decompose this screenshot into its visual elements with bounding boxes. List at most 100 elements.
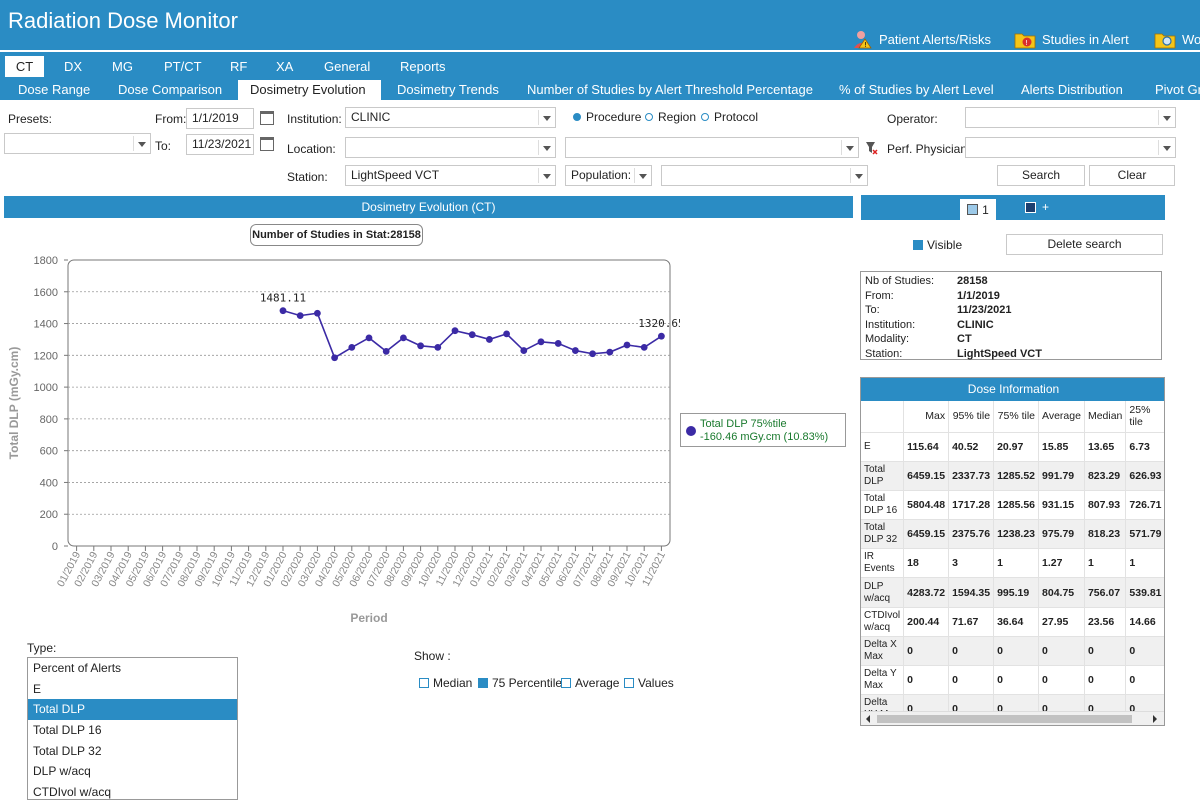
studies-in-alert-link[interactable]: ! Studies in Alert <box>1014 29 1129 49</box>
table-cell: 0 <box>1125 665 1164 696</box>
column-header: Average <box>1038 401 1085 433</box>
physician-dropdown[interactable] <box>965 137 1176 158</box>
tab-dosimetry-evolution[interactable]: Dosimetry Evolution <box>238 80 381 100</box>
add-search-tab[interactable]: + <box>1025 200 1049 214</box>
tab-dx[interactable]: DX <box>55 56 91 77</box>
checkbox-icon <box>624 678 634 688</box>
tab-alerts-distribution[interactable]: Alerts Distribution <box>1009 80 1135 100</box>
table-cell: 115.64 <box>903 432 950 462</box>
table-cell: 6459.15 <box>903 519 950 550</box>
table-cell: 14.66 <box>1125 607 1164 637</box>
tab-general[interactable]: General <box>315 56 379 77</box>
table-cell: 0 <box>1084 636 1127 667</box>
list-item[interactable]: Percent of Alerts <box>28 658 237 679</box>
chevron-down-icon <box>543 116 551 121</box>
row-label: Total DLP 32 <box>861 519 905 550</box>
data-point <box>554 340 562 347</box>
tab-dosimetry-trends[interactable]: Dosimetry Trends <box>385 80 511 100</box>
delete-search-button[interactable]: Delete search <box>1006 234 1163 255</box>
data-point <box>400 334 407 342</box>
table-row: Total DLP 32 6459.15 2375.76 1238.23 975.79 8… <box>861 519 1164 550</box>
list-item[interactable]: DLP w/acq <box>28 761 237 782</box>
visible-checkbox[interactable]: Visible <box>913 238 962 252</box>
tab-ct[interactable]: CT <box>5 56 44 77</box>
checkbox-icon <box>419 678 429 688</box>
from-date-input[interactable]: 1/1/2019 <box>186 108 254 129</box>
data-point <box>468 331 476 339</box>
location-dropdown[interactable] <box>345 137 556 158</box>
table-row: CTDIvol w/acq 200.44 71.67 36.64 27.95 23.56 1… <box>861 607 1164 637</box>
search-tab-1[interactable]: 1 <box>960 199 996 220</box>
presets-dropdown[interactable] <box>4 133 151 154</box>
tab-ptct[interactable]: PT/CT <box>155 56 211 77</box>
protocol-radio[interactable]: Protocol <box>701 110 758 124</box>
calendar-icon[interactable] <box>260 111 274 125</box>
table-cell: 818.23 <box>1084 519 1127 550</box>
table-cell: 1594.35 <box>948 577 995 608</box>
tab-rf[interactable]: RF <box>221 56 256 77</box>
show-values-checkbox[interactable]: Values <box>624 676 674 690</box>
table-cell: 1 <box>1125 548 1164 579</box>
search-button[interactable]: Search <box>997 165 1085 186</box>
data-label: 1481.11 <box>260 292 306 305</box>
table-cell: 27.95 <box>1038 607 1085 637</box>
table-cell: 931.15 <box>1038 490 1085 521</box>
institution-dropdown[interactable]: CLINIC <box>345 107 556 128</box>
tab-xa[interactable]: XA <box>267 56 302 77</box>
x-axis-label: Period <box>350 611 387 625</box>
tab-dose-range[interactable]: Dose Range <box>6 80 102 100</box>
chart-legend: Total DLP 75%tile -160.46 mGy.cm (10.83%… <box>680 413 846 447</box>
scroll-thumb <box>877 715 1132 723</box>
procedure-dropdown[interactable] <box>565 137 859 158</box>
list-item[interactable]: Total DLP 16 <box>28 720 237 741</box>
population-dropdown[interactable]: Population: <box>565 165 652 186</box>
data-point <box>348 343 356 351</box>
row-label: IR Events <box>861 548 905 579</box>
column-header <box>861 401 905 433</box>
table-cell: 995.19 <box>993 577 1040 608</box>
y-tick-label: 1600 <box>34 287 58 299</box>
radio-icon <box>645 113 653 121</box>
tab-studies-by-alert-level[interactable]: % of Studies by Alert Level <box>827 80 1006 100</box>
data-point <box>365 334 373 342</box>
data-point <box>572 347 579 354</box>
table-cell: 13.65 <box>1084 432 1127 462</box>
type-list[interactable]: Percent of Alerts E Total DLP Total DLP … <box>27 657 238 800</box>
patient-alerts-link[interactable]: ! Patient Alerts/Risks <box>851 29 991 49</box>
show-75-percentile-checkbox[interactable]: 75 Percentile <box>478 676 562 690</box>
dose-information-header: Dose Information <box>861 378 1164 401</box>
show-average-checkbox[interactable]: Average <box>561 676 619 690</box>
list-item[interactable]: CTDIvol w/acq <box>28 782 237 799</box>
worklist-link[interactable]: Wo <box>1154 29 1200 49</box>
tab-mg[interactable]: MG <box>103 56 142 77</box>
population-value-dropdown[interactable] <box>661 165 868 186</box>
show-median-checkbox[interactable]: Median <box>419 676 472 690</box>
station-dropdown[interactable]: LightSpeed VCT <box>345 165 556 186</box>
clear-button[interactable]: Clear <box>1089 165 1175 186</box>
list-item-selected[interactable]: Total DLP <box>28 699 237 721</box>
to-date-input[interactable]: 11/23/2021 <box>186 134 254 155</box>
region-radio[interactable]: Region <box>645 110 696 124</box>
tab-dose-comparison[interactable]: Dose Comparison <box>106 80 234 100</box>
horizontal-scrollbar[interactable] <box>861 711 1164 725</box>
clear-filter-icon[interactable] <box>864 140 878 156</box>
app-window: Radiation Dose Monitor ! Patient Alerts/… <box>0 0 1200 804</box>
tab-pivot-grid[interactable]: Pivot Gr <box>1143 80 1200 100</box>
info-row: Modality: CT <box>865 333 972 345</box>
location-label: Location: <box>287 142 336 156</box>
list-item[interactable]: E <box>28 679 237 700</box>
list-item[interactable]: Total DLP 32 <box>28 741 237 762</box>
data-point <box>296 312 304 320</box>
tab-studies-by-threshold[interactable]: Number of Studies by Alert Threshold Per… <box>515 80 825 100</box>
calendar-icon[interactable] <box>260 137 274 151</box>
table-cell: 6.73 <box>1125 432 1164 462</box>
data-label: 1320.65 <box>638 317 680 330</box>
patient-alert-icon: ! <box>854 31 872 49</box>
table-row: E115.6440.5220.9715.8513.656.730 <box>861 432 1164 462</box>
presets-label: Presets: <box>8 112 53 126</box>
procedure-radio[interactable]: Procedure <box>573 110 641 124</box>
data-point <box>589 350 596 358</box>
institution-label: Institution: <box>287 112 342 126</box>
tab-reports[interactable]: Reports <box>391 56 455 77</box>
operator-dropdown[interactable] <box>965 107 1176 128</box>
